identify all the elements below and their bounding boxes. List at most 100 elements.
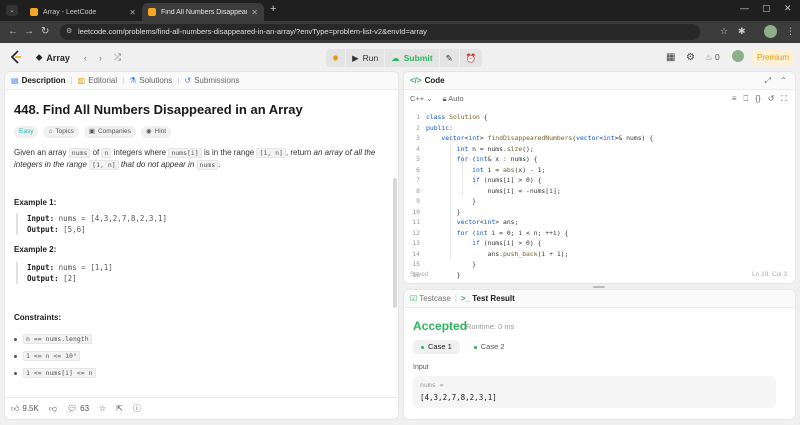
minimize-icon[interactable]: — [740, 3, 749, 13]
debug-button[interactable]: ✹ [326, 49, 346, 67]
run-button[interactable]: ▶ Run [346, 49, 385, 67]
description-tabs: ▤ Description | ▥ Editorial | ⚗ Solutions |… [5, 72, 398, 90]
close-icon[interactable]: ✕ [129, 8, 136, 17]
play-icon: ▶ [352, 52, 359, 63]
address-bar[interactable]: ⚙ leetcode.com/problems/find-all-numbers… [60, 24, 700, 40]
code-line[interactable]: 3 vector<int> findDisappearedNumbers(vec… [404, 133, 795, 144]
notes-button[interactable]: ✎ [439, 49, 459, 67]
comments-button[interactable]: 💬︎ 63 [67, 404, 89, 413]
code-line[interactable]: 12 for (int i = 0; i < n; ++i) { [404, 228, 795, 239]
problem-title[interactable]: 448. Find All Numbers Disappeared in an … [14, 102, 303, 117]
shuffle-icon[interactable]: ⤮ [114, 52, 121, 63]
prev-problem-icon[interactable]: ‹ [84, 53, 87, 63]
layout-icon[interactable]: ▦ [666, 52, 675, 63]
braces-icon[interactable]: {} [755, 94, 760, 104]
dislike-button[interactable]: 👎︎ [49, 404, 57, 414]
code-editor[interactable]: 1 class Solution { 2 public: 3 vector<int> f… [404, 112, 795, 280]
browser-tab-active[interactable]: Find All Numbers Disappeared ✕ [142, 3, 264, 21]
maximize-icon[interactable]: ▢ [762, 3, 771, 14]
tab-test-result[interactable]: >_ Test Result [461, 294, 515, 303]
site-info-icon[interactable]: ⚙ [66, 24, 72, 40]
bookmark-icon[interactable]: ⎕ [744, 94, 749, 104]
input-label: Input: [27, 214, 55, 223]
premium-button[interactable]: Premium [752, 50, 794, 66]
problem-list-title: Array [46, 52, 70, 63]
history-icon: ↺ [184, 76, 192, 85]
example-input: nums = [4,3,2,7,8,2,3,1] [58, 214, 167, 223]
maximize-panel-icon[interactable]: ⤢ [765, 76, 771, 86]
code-line[interactable]: 10 } [404, 207, 795, 218]
code-line[interactable]: 6 int i = abs(x) - 1; [404, 165, 795, 176]
tab-solutions[interactable]: ⚗ Solutions [129, 76, 172, 85]
problem-list-nav[interactable]: ⬥ Array ‹ › ⤮ [36, 52, 121, 63]
language-select[interactable]: C++ ⌄ [410, 94, 433, 104]
autocomplete-mode[interactable]: 🔒︎ Auto [443, 94, 464, 104]
case-label: Case 1 [428, 342, 452, 351]
tab-search-icon[interactable]: ⌄ [6, 5, 18, 16]
code-line[interactable]: 9 } [404, 196, 795, 207]
constraint-text: n == nums.length [23, 334, 92, 344]
format-icon[interactable]: ≡ [732, 94, 737, 104]
case-tab[interactable]: Case 1 [413, 340, 460, 354]
tab-testcase[interactable]: ☑ Testcase [410, 294, 451, 303]
line-number: 15 [412, 260, 420, 268]
code-line[interactable]: 2 public: [404, 123, 795, 134]
tag-icon: ⌂ [48, 128, 53, 135]
settings-gear-icon[interactable]: ⚙ [686, 52, 695, 63]
submit-button[interactable]: ☁ Submit [385, 49, 439, 67]
line-number: 8 [416, 186, 420, 195]
code-line[interactable]: 13 if (nums[i] > 0) { [404, 238, 795, 249]
back-icon[interactable]: ← [8, 26, 18, 37]
code-line[interactable]: 1 class Solution { [404, 112, 795, 123]
tab-description[interactable]: ▤ Description [11, 76, 66, 85]
line-number: 1 [416, 113, 420, 121]
extensions-icon[interactable]: ✱ [738, 26, 746, 37]
flame-icon: ♨ [705, 52, 713, 62]
timer-button[interactable]: ⏰ [459, 49, 483, 67]
code-line[interactable]: 15 } [404, 259, 795, 270]
next-problem-icon[interactable]: › [99, 53, 102, 63]
bookmark-star-icon[interactable]: ☆ [720, 26, 728, 37]
code-line[interactable]: 5 for (int& x : nums) { [404, 154, 795, 165]
companies-chip[interactable]: ▣ Companies [83, 126, 136, 138]
collapse-panel-icon[interactable]: ⌃ [780, 76, 787, 85]
help-icon: ⓘ [132, 404, 141, 413]
code-line[interactable]: 11 vector<int> ans; [404, 217, 795, 228]
comment-count: 63 [80, 404, 90, 413]
like-button[interactable]: 👍︎ 9.5K [11, 404, 39, 414]
inline-code: n [101, 148, 112, 158]
code-line[interactable]: 7 if (nums[i] > 0) { [404, 175, 795, 186]
chrome-menu-icon[interactable]: ⋮ [786, 26, 795, 37]
hint-chip[interactable]: ◉ Hint [140, 126, 172, 138]
example-input: nums = [1,1] [58, 263, 113, 272]
reload-icon[interactable]: ↻ [41, 26, 49, 37]
new-tab-icon[interactable]: + [270, 3, 276, 15]
chip-label: Topics [55, 128, 74, 135]
code-line[interactable]: 4 int n = nums.size(); [404, 144, 795, 155]
share-button[interactable]: ⇱ [116, 404, 123, 413]
leetcode-logo-icon[interactable] [10, 50, 22, 64]
code-line[interactable]: 8 nums[i] = -nums[i]; [404, 186, 795, 197]
close-icon[interactable]: ✕ [251, 8, 258, 17]
help-button[interactable]: ⓘ [133, 403, 141, 414]
tab-submissions[interactable]: ↺ Submissions [184, 76, 239, 85]
code-text: if (nums[i] > 0) { [472, 176, 542, 184]
lightbulb-icon: ◉ [145, 128, 152, 135]
result-panel: ☑ Testcase | >_ Test Result Accepted Run… [403, 289, 796, 420]
code-line[interactable]: 14 ans.push_back(i + 1); [404, 249, 795, 260]
code-text: class Solution { [426, 113, 488, 121]
fullscreen-icon[interactable]: ⛶ [781, 94, 787, 104]
favorite-button[interactable]: ☆ [99, 404, 106, 413]
reset-icon[interactable]: ↺ [768, 94, 775, 104]
code-line[interactable]: 16 } [404, 270, 795, 281]
user-avatar[interactable] [732, 50, 744, 62]
case-tab[interactable]: Case 2 [466, 340, 513, 354]
topics-chip[interactable]: ⌂ Topics [43, 126, 79, 138]
tab-editorial[interactable]: ▥ Editorial [78, 76, 117, 85]
streak-counter[interactable]: ♨ 0 [705, 52, 720, 63]
scrollbar[interactable] [393, 178, 397, 308]
profile-avatar[interactable] [764, 25, 777, 38]
browser-tab[interactable]: Array - LeetCode ✕ [24, 3, 142, 21]
forward-icon[interactable]: → [24, 26, 34, 37]
window-close-icon[interactable]: ✕ [784, 3, 792, 14]
